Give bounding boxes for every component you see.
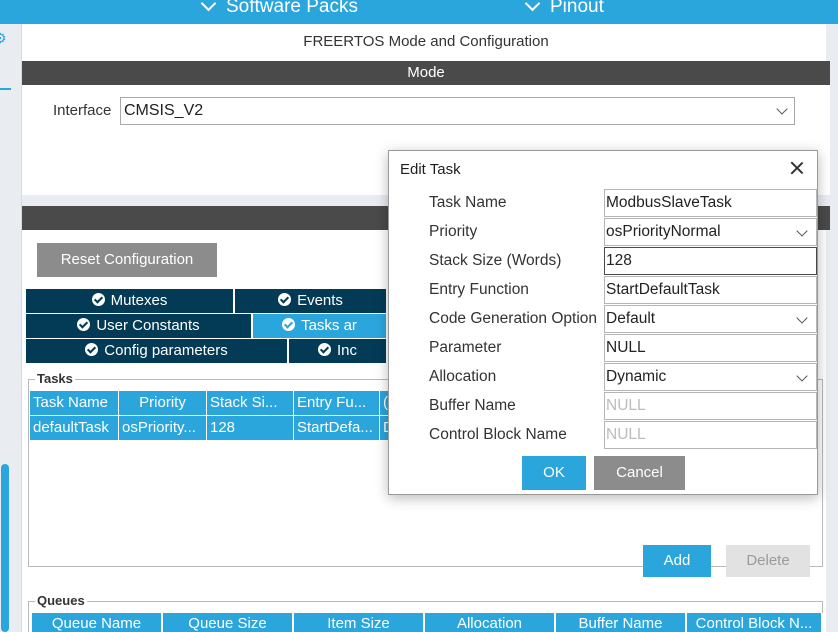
allocation-select[interactable]: Dynamic	[604, 363, 817, 391]
chevron-down-icon	[776, 103, 788, 115]
check-circle-icon	[91, 293, 105, 306]
check-circle-icon	[282, 318, 296, 331]
control-block-name-input[interactable]: NULL	[604, 421, 817, 449]
tab-tasks-and-queues[interactable]: Tasks ar	[253, 314, 388, 338]
chevron-down-icon	[200, 0, 217, 11]
field-value: Dynamic	[606, 368, 667, 385]
field-value: ModbusSlaveTask	[606, 194, 732, 211]
tab-config-parameters[interactable]: Config parameters	[26, 339, 289, 363]
stack-size-label: Stack Size (Words)	[429, 252, 562, 269]
tab-label: Config parameters	[104, 342, 228, 359]
tasks-column-header[interactable]: Stack Si...	[207, 391, 294, 415]
tab-mutexes[interactable]: Mutexes	[26, 289, 235, 313]
field-value: NULL	[606, 426, 646, 443]
delete-task-button[interactable]: Delete	[726, 545, 810, 577]
tasks-column-header[interactable]: Entry Fu...	[294, 391, 380, 415]
software-packs-menu[interactable]: Software Packs	[200, 0, 358, 18]
queues-column-header[interactable]: Control Block N...	[687, 613, 823, 632]
tab-label: Inc	[336, 342, 357, 359]
field-value: NULL	[606, 397, 646, 414]
field-value: StartDefaultTask	[606, 281, 720, 298]
selection-indicator	[0, 88, 11, 90]
interface-label: Interface	[53, 102, 112, 119]
queues-column-header[interactable]: Allocation	[425, 613, 556, 632]
stack-size-input[interactable]: 128	[604, 247, 817, 275]
chevron-down-icon	[796, 225, 808, 237]
left-scrollbar[interactable]	[1, 464, 9, 632]
tasks-group-label: Tasks	[35, 371, 75, 386]
gear-icon[interactable]: ⚙	[0, 30, 7, 47]
reset-configuration-button[interactable]: Reset Configuration	[37, 243, 217, 277]
interface-value: CMSIS_V2	[124, 102, 204, 119]
left-side-panel: ⚙	[0, 24, 22, 632]
mode-section-header: Mode	[22, 61, 830, 85]
tasks-column-header[interactable]: Priority	[119, 391, 207, 415]
queues-group-label: Queues	[35, 593, 87, 608]
edit-task-dialog: Edit Task Task Name ModbusSlaveTask Prio…	[388, 150, 818, 495]
tab-label: User Constants	[96, 317, 200, 334]
panel-title: FREERTOS Mode and Configuration	[303, 33, 549, 50]
tab-user-constants[interactable]: User Constants	[26, 314, 253, 338]
software-packs-label: Software Packs	[226, 0, 358, 17]
table-row-cell[interactable]: StartDefa...	[294, 416, 380, 440]
parameter-input[interactable]: NULL	[604, 334, 817, 362]
code-generation-option-label: Code Generation Option	[429, 310, 598, 327]
add-task-button[interactable]: Add	[643, 545, 711, 577]
field-value: Default	[606, 310, 656, 327]
table-row-cell[interactable]: defaultTask	[30, 416, 119, 440]
tab-include-parameters[interactable]: Inc	[289, 339, 388, 363]
tab-label: Mutexes	[110, 292, 168, 309]
priority-label: Priority	[429, 223, 478, 240]
chevron-down-icon	[524, 0, 541, 11]
dialog-title: Edit Task	[400, 161, 461, 178]
check-circle-icon	[317, 343, 331, 356]
table-row-cell[interactable]: 128	[207, 416, 294, 440]
parameter-label: Parameter	[429, 339, 502, 356]
close-icon[interactable]	[788, 159, 806, 177]
buffer-name-label: Buffer Name	[429, 397, 516, 414]
buffer-name-input[interactable]: NULL	[604, 392, 817, 420]
tasks-column-header[interactable]: Task Name	[30, 391, 119, 415]
entry-function-input[interactable]: StartDefaultTask	[604, 276, 817, 304]
tab-events[interactable]: Events	[235, 289, 388, 313]
task-name-label: Task Name	[429, 194, 507, 211]
field-value: NULL	[606, 339, 646, 356]
pinout-menu[interactable]: Pinout	[524, 0, 604, 18]
entry-function-label: Entry Function	[429, 281, 529, 298]
chevron-down-icon	[796, 370, 808, 382]
tab-label: Tasks ar	[301, 317, 357, 334]
check-circle-icon	[77, 318, 91, 331]
control-block-name-label: Control Block Name	[429, 426, 567, 443]
queues-column-header[interactable]: Buffer Name	[556, 613, 687, 632]
top-nav-bar: Software Packs Pinout	[0, 0, 838, 24]
cancel-button[interactable]: Cancel	[594, 456, 685, 490]
table-row-cell[interactable]: osPriority...	[119, 416, 207, 440]
interface-select[interactable]: CMSIS_V2	[120, 97, 795, 125]
field-value: 128	[606, 252, 632, 269]
ok-button[interactable]: OK	[522, 456, 586, 490]
queues-column-header[interactable]: Queue Size	[163, 613, 294, 632]
chevron-down-icon	[796, 312, 808, 324]
code-generation-option-select[interactable]: Default	[604, 305, 817, 333]
queues-column-header[interactable]: Item Size	[294, 613, 425, 632]
queues-column-header[interactable]: Queue Name	[32, 613, 163, 632]
pinout-label: Pinout	[550, 0, 604, 17]
check-circle-icon	[278, 293, 292, 306]
priority-select[interactable]: osPriorityNormal	[604, 218, 817, 246]
tab-label: Events	[297, 292, 343, 309]
task-name-input[interactable]: ModbusSlaveTask	[604, 189, 817, 217]
allocation-label: Allocation	[429, 368, 497, 385]
check-circle-icon	[85, 343, 99, 356]
field-value: osPriorityNormal	[606, 223, 721, 240]
